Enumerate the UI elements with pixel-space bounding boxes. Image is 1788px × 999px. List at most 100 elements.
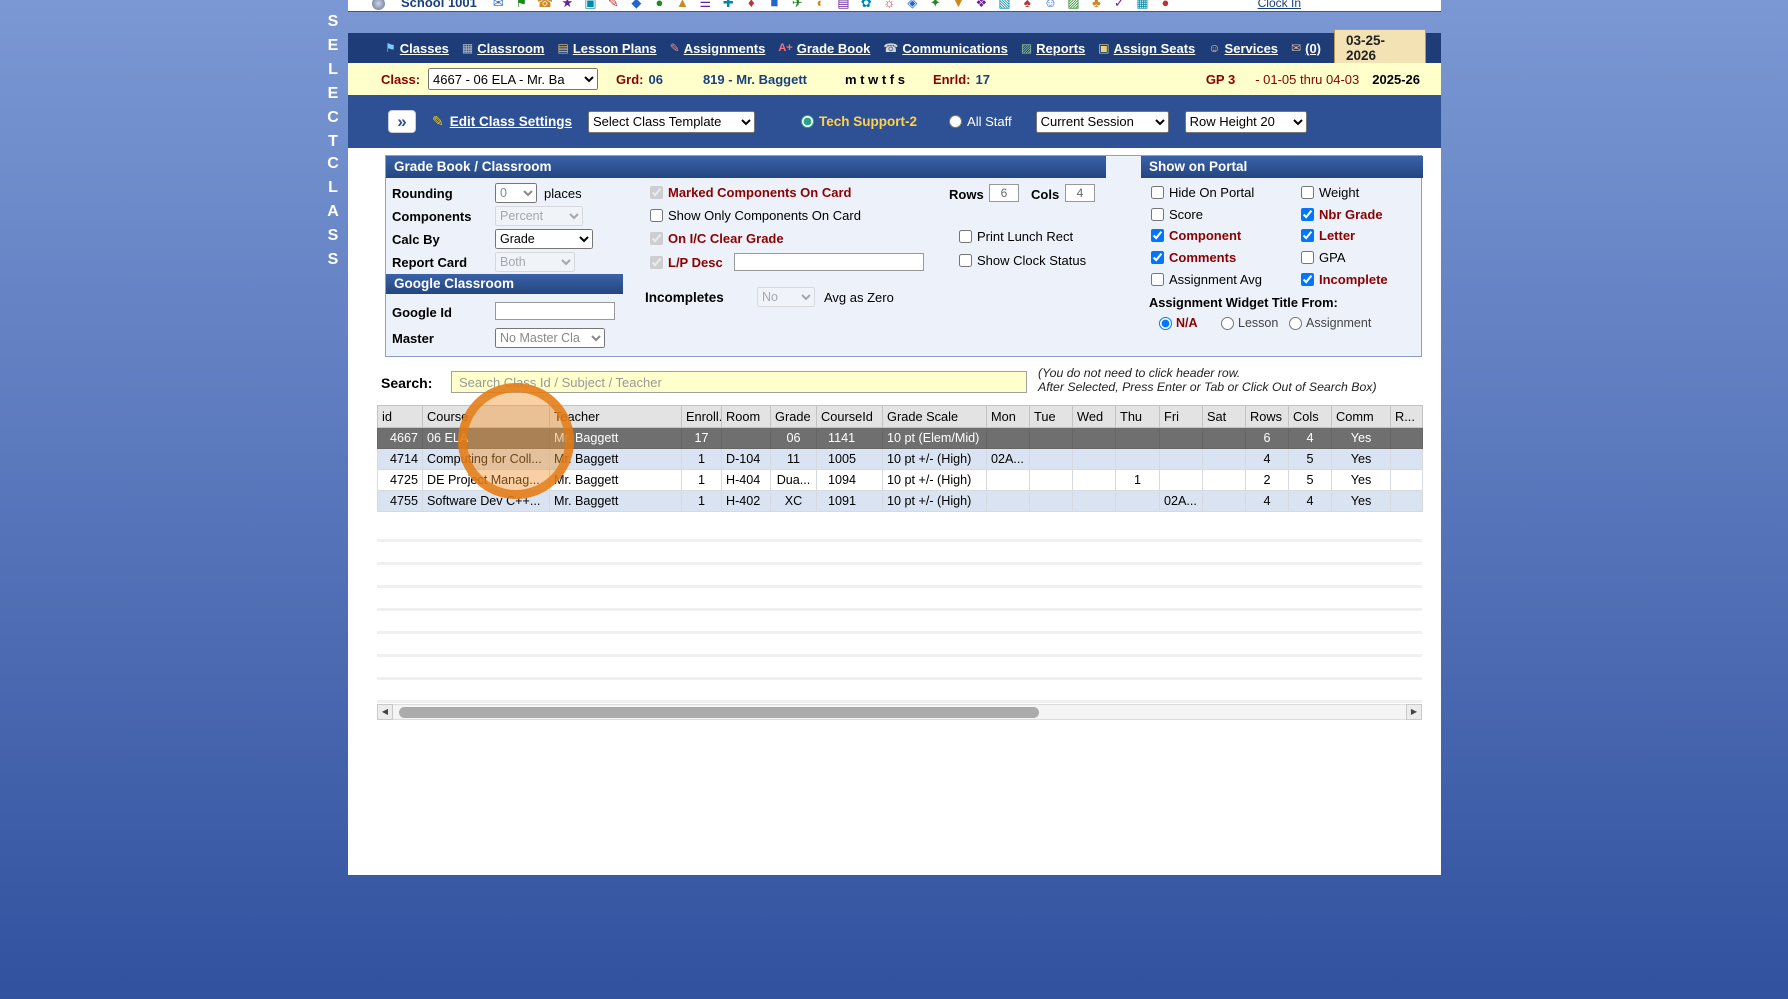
col-rows[interactable]: Rows [1246,406,1289,428]
nav-chat[interactable]: ✉ (0) [1291,41,1321,56]
quick-launch-icon[interactable]: ☼ [882,0,897,10]
quick-launch-icon[interactable]: ◈ [905,0,920,10]
incomplete-checkbox[interactable] [1301,273,1314,286]
component-checkbox[interactable] [1151,229,1164,242]
widget-title-assignment-option[interactable]: Assignment [1289,316,1371,330]
col-fri[interactable]: Fri [1160,406,1203,428]
quick-launch-icon[interactable]: ● [652,0,667,10]
class-select[interactable]: 4667 - 06 ELA - Mr. Ba [428,68,598,90]
col-grade[interactable]: Grade [771,406,817,428]
quick-launch-icon[interactable]: ▣ [583,0,598,10]
gpa-field[interactable]: GPA [1301,250,1346,265]
col-wed[interactable]: Wed [1073,406,1116,428]
quick-launch-icon[interactable]: ▤ [836,0,851,10]
quick-launch-icon[interactable]: ▦ [1135,0,1150,10]
table-row[interactable]: 4755 Software Dev C++... Mr. Baggett 1 H… [378,491,1423,512]
nav-classes[interactable]: ⚑ Classes [385,41,449,56]
letter-checkbox[interactable] [1301,229,1314,242]
search-input[interactable] [451,371,1027,393]
col-id[interactable]: id [378,406,423,428]
incomplete-field[interactable]: Incomplete [1301,272,1388,287]
class-template-select[interactable]: Select Class Template [588,111,755,133]
nbr-grade-checkbox[interactable] [1301,208,1314,221]
quick-launch-icon[interactable]: ♦ [744,0,759,10]
rows-input[interactable] [989,184,1019,202]
quick-launch-icon[interactable]: ♣ [1089,0,1104,10]
quick-launch-icon[interactable]: ▲ [675,0,690,10]
col-enroll[interactable]: Enroll... [682,406,722,428]
table-row[interactable]: 4714 Computing for Coll... Mr. Baggett 1… [378,449,1423,470]
col-teacher[interactable]: Teacher [550,406,682,428]
col-room[interactable]: Room [722,406,771,428]
table-row[interactable]: 4725 DE Project Manag... Mr. Baggett 1 H… [378,470,1423,491]
quick-launch-icon[interactable]: ▨ [1066,0,1081,10]
quick-launch-icon[interactable]: ⚑ [514,0,529,10]
quick-launch-icon[interactable]: ■ [767,0,782,10]
widget-title-na-option[interactable]: N/A [1159,316,1198,330]
letter-field[interactable]: Letter [1301,228,1355,243]
widget-title-lesson-radio[interactable] [1221,317,1234,330]
lp-desc-input[interactable] [734,253,924,271]
row-height-select[interactable]: Row Height 20 [1185,111,1307,133]
nav-assign-seats[interactable]: ▣ Assign Seats [1098,41,1195,56]
print-lunch-checkbox[interactable] [959,230,972,243]
weight-checkbox[interactable] [1301,186,1314,199]
col-mon[interactable]: Mon [987,406,1030,428]
hide-on-portal-checkbox[interactable] [1151,186,1164,199]
edit-class-settings-link[interactable]: ✎ Edit Class Settings [432,113,572,130]
widget-title-na-radio[interactable] [1159,317,1172,330]
master-select[interactable]: No Master Cla [495,328,605,348]
nav-reports[interactable]: ▨ Reports [1021,41,1085,56]
tech-support-option[interactable]: Tech Support-2 [801,114,917,129]
quick-launch-icon[interactable]: ◐ [813,0,828,10]
quick-launch-icon[interactable]: ✈ [790,0,805,10]
col-thu[interactable]: Thu [1116,406,1160,428]
scroll-left-button[interactable]: ◀ [377,704,393,720]
quick-launch-icon[interactable]: ✿ [859,0,874,10]
quick-launch-icon[interactable]: ▼ [951,0,966,10]
quick-launch-icon[interactable]: ◆ [629,0,644,10]
col-sat[interactable]: Sat [1203,406,1246,428]
table-row-selected[interactable]: 4667 06 ELA Mr. Baggett 17 06 1141 10 pt… [378,428,1423,449]
widget-title-assignment-radio[interactable] [1289,317,1302,330]
show-only-components-checkbox[interactable] [650,209,663,222]
nav-communications[interactable]: ☎ Communications [883,41,1007,56]
expand-button[interactable]: » [388,110,416,133]
quick-launch-icon[interactable]: ✉ [491,0,506,10]
quick-launch-icon[interactable]: ✚ [721,0,736,10]
col-r[interactable]: R... [1391,406,1423,428]
nav-assignments[interactable]: ✎ Assignments [670,41,766,56]
quick-launch-icon[interactable]: ✦ [928,0,943,10]
col-course[interactable]: Course [423,406,550,428]
col-tue[interactable]: Tue [1030,406,1073,428]
score-checkbox[interactable] [1151,208,1164,221]
quick-launch-icon[interactable]: ✓ [1112,0,1127,10]
quick-launch-icon[interactable]: ★ [560,0,575,10]
quick-launch-icon[interactable]: ☎ [537,0,552,10]
clock-status-checkbox[interactable] [959,254,972,267]
nav-grade-book[interactable]: A+ Grade Book [778,41,870,56]
comments-checkbox[interactable] [1151,251,1164,264]
component-field[interactable]: Component [1151,228,1241,243]
col-grade-scale[interactable]: Grade Scale [883,406,987,428]
calcby-select[interactable]: Grade [495,229,593,249]
date-display[interactable]: 03-25-2026 [1334,29,1426,67]
all-staff-radio[interactable] [949,115,962,128]
quick-launch-icon[interactable]: ▧ [997,0,1012,10]
col-cols[interactable]: Cols [1289,406,1332,428]
widget-title-lesson-option[interactable]: Lesson [1221,316,1278,330]
google-id-input[interactable] [495,302,615,320]
score-field[interactable]: Score [1151,207,1203,222]
col-courseid[interactable]: CourseId [817,406,883,428]
show-only-components-field[interactable]: Show Only Components On Card [650,208,861,223]
gpa-checkbox[interactable] [1301,251,1314,264]
clock-in-link[interactable]: Clock In [1258,0,1301,10]
weight-field[interactable]: Weight [1301,185,1359,200]
nav-lesson-plans[interactable]: ▤ Lesson Plans [557,41,656,56]
nav-classroom[interactable]: ▦ Classroom [462,41,545,56]
quick-launch-icon[interactable]: ♠ [1020,0,1035,10]
scrollbar-thumb[interactable] [399,707,1039,718]
quick-launch-icon[interactable]: ● [1158,0,1173,10]
quick-launch-icon[interactable]: ☺ [1043,0,1058,10]
nbr-grade-field[interactable]: Nbr Grade [1301,207,1383,222]
